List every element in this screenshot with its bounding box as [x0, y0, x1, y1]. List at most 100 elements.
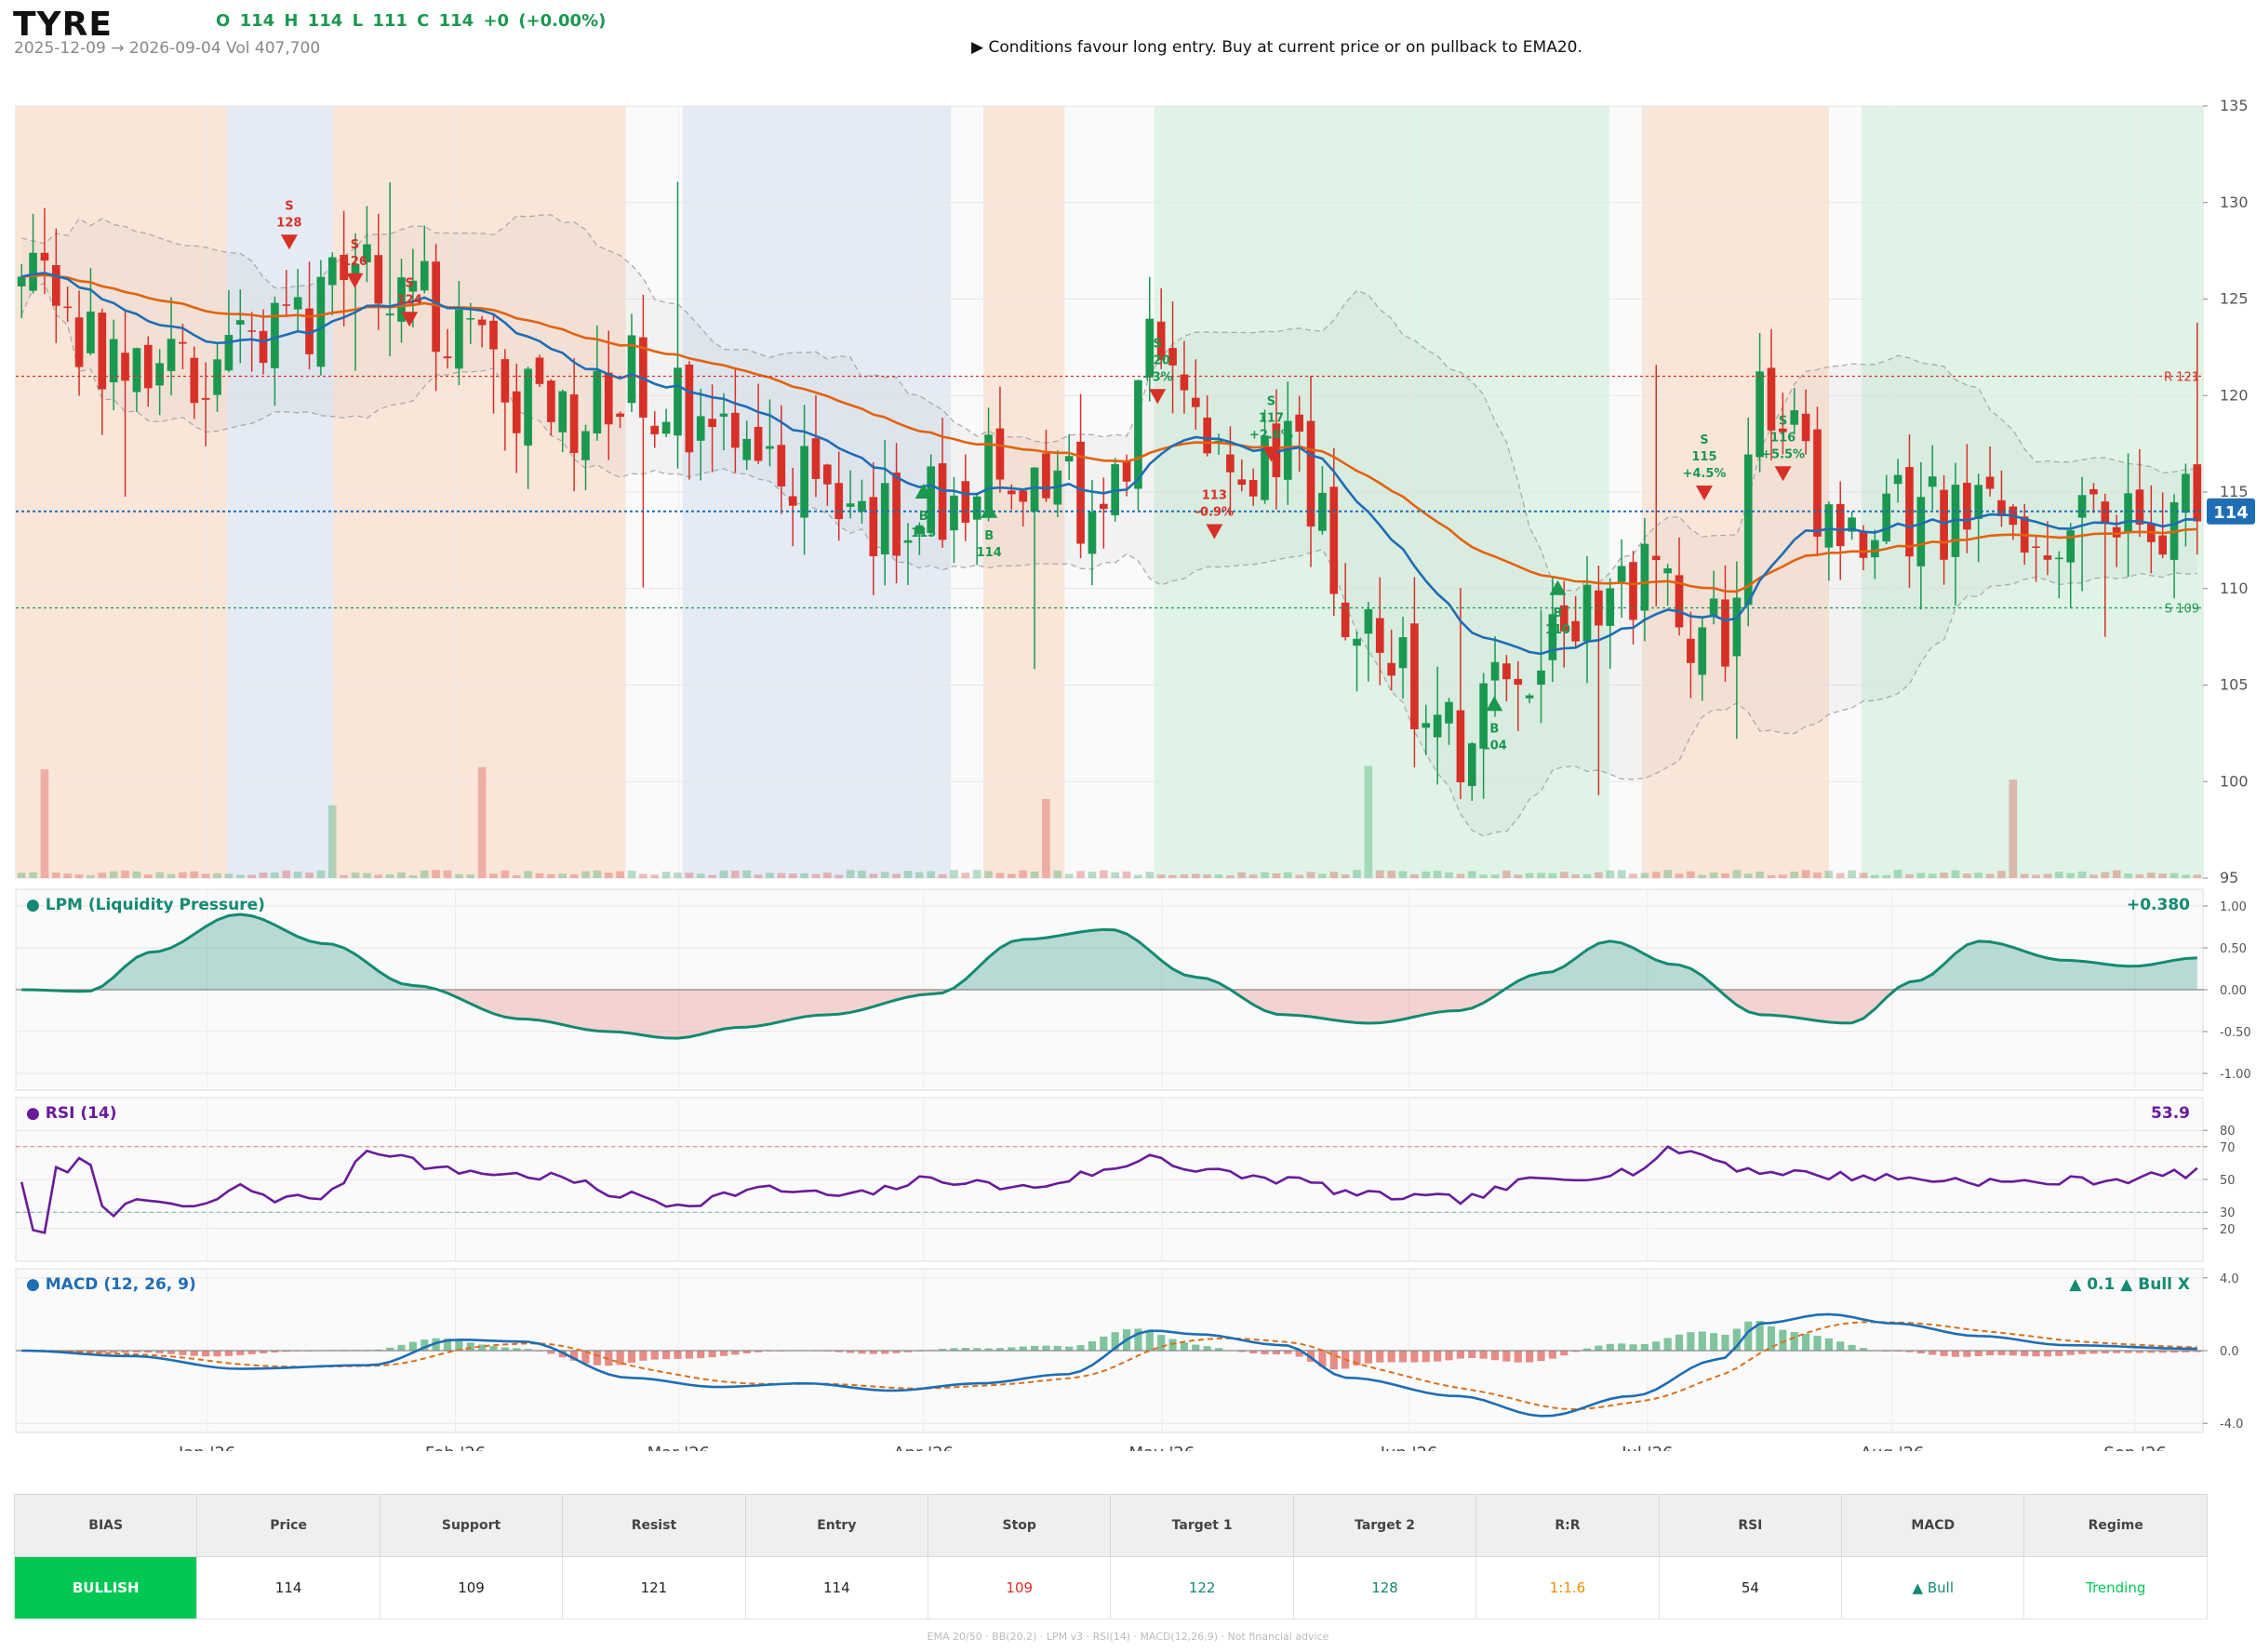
volume-bar [17, 873, 26, 878]
volume-bar [1422, 871, 1431, 878]
macd-histogram-bar [1790, 1332, 1798, 1351]
trade-label: +2.6% [1249, 429, 1293, 443]
summary-price: 114 [196, 1556, 380, 1619]
volume-bar [2066, 873, 2076, 878]
macd-histogram-bar [1168, 1339, 1177, 1351]
candle-body [1617, 566, 1626, 582]
volume-bar [1687, 871, 1695, 878]
volume-bar [1064, 873, 1074, 878]
macd-histogram-bar [1687, 1332, 1695, 1351]
macd-histogram-bar [2066, 1351, 2075, 1355]
volume-bar [1779, 874, 1787, 878]
candle-body [547, 380, 555, 422]
candle-body [903, 540, 913, 543]
volume-bar [880, 872, 889, 878]
candle-body [2158, 535, 2168, 555]
rsi-panel: 80 70 50 30 20 ● RSI (14) 53.9 [15, 1097, 2236, 1262]
volume-bar [2182, 874, 2190, 878]
volume-bar [766, 873, 774, 878]
volume-bar [2135, 873, 2144, 878]
volume-bar [1398, 871, 1408, 878]
volume-bar [2146, 873, 2156, 878]
candle-body [1916, 497, 1926, 566]
candle-body [1743, 454, 1753, 606]
volume-bar [1571, 874, 1580, 878]
summary-table: BIAS Price Support Resist Entry Stop Tar… [13, 1494, 2208, 1619]
volume-bar [719, 870, 728, 878]
volume-bar [1191, 873, 1200, 878]
candle-body [1651, 555, 1661, 560]
volume-bar [1306, 872, 1315, 878]
candle-body [788, 496, 797, 506]
macd-histogram-bar [1710, 1333, 1718, 1351]
volume-bar [1732, 870, 1742, 878]
candle-body [524, 368, 532, 446]
candle-body [40, 252, 49, 261]
volume-bar [224, 873, 234, 878]
candle-body [29, 252, 37, 291]
macd-histogram-bar [466, 1342, 474, 1351]
summary-header-price: Price [196, 1494, 380, 1557]
volume-bar [1617, 870, 1626, 878]
x-tick-label: Feb '26 [425, 1444, 486, 1451]
macd-histogram-bar [236, 1351, 245, 1355]
volume-bar [1295, 874, 1303, 878]
candle-body [1456, 710, 1465, 783]
volume-bar [247, 874, 256, 878]
volume-bar [2089, 874, 2098, 878]
volume-bar [477, 766, 487, 878]
macd-histogram-bar [1030, 1345, 1039, 1351]
macd-histogram-bar [1986, 1351, 1995, 1356]
candle-body [501, 359, 510, 403]
candle-body [742, 438, 752, 460]
candle-body [2066, 530, 2076, 563]
candle-body [1928, 476, 1937, 487]
macd-histogram-bar [1410, 1351, 1419, 1363]
volume-bar [1445, 872, 1453, 878]
candle-body [201, 397, 210, 400]
volume-bar [466, 874, 475, 878]
macd-histogram-bar [2055, 1351, 2063, 1356]
volume-bar [1743, 873, 1753, 878]
summary-bias: BULLISH [13, 1556, 198, 1619]
volume-bar [98, 873, 107, 878]
macd-histogram-bar [1502, 1351, 1511, 1362]
trade-label: B [1553, 606, 1562, 620]
volume-bar [1318, 873, 1327, 878]
macd-histogram-bar [1490, 1351, 1500, 1361]
macd-histogram-bar [627, 1351, 636, 1364]
candle-body [823, 464, 832, 485]
summary-header-target2: Target 2 [1292, 1494, 1477, 1557]
candle-body [1007, 490, 1016, 495]
trade-label: 117 [1259, 412, 1284, 426]
volume-bar [1053, 870, 1062, 878]
macd-histogram-bar [1606, 1343, 1614, 1351]
footnote: EMA 20/50 · BB(20,2) · LPM v3 · RSI(14) … [927, 1631, 1329, 1643]
volume-bar [2054, 872, 2063, 878]
macd-histogram-bar [1802, 1333, 1810, 1351]
volume-bar [1951, 870, 1960, 878]
volume-bar [1916, 873, 1926, 878]
candle-body [2043, 555, 2052, 560]
rsi-y-tick-label: 80 [2220, 1125, 2236, 1139]
candle-body [477, 319, 487, 326]
macd-histogram-bar [1974, 1351, 1982, 1356]
volume-bar [800, 873, 808, 878]
volume-bar [2158, 873, 2168, 878]
trade-label: S [1779, 414, 1787, 428]
candle-body [927, 466, 936, 534]
candle-body [1064, 456, 1074, 462]
volume-bar [547, 873, 555, 878]
candle-body [1445, 701, 1453, 724]
macd-histogram-bar [1526, 1351, 1534, 1363]
candle-body [1490, 661, 1500, 681]
volume-bar [661, 872, 671, 878]
candle-body [1940, 489, 1948, 560]
candle-body [938, 463, 947, 540]
volume-bar [639, 873, 647, 878]
macd-histogram-bar [1145, 1330, 1154, 1351]
trade-label: +5.5% [1761, 447, 1805, 461]
volume-bar [213, 873, 221, 878]
volume-bar [1721, 873, 1729, 878]
macd-histogram-bar [719, 1351, 728, 1356]
